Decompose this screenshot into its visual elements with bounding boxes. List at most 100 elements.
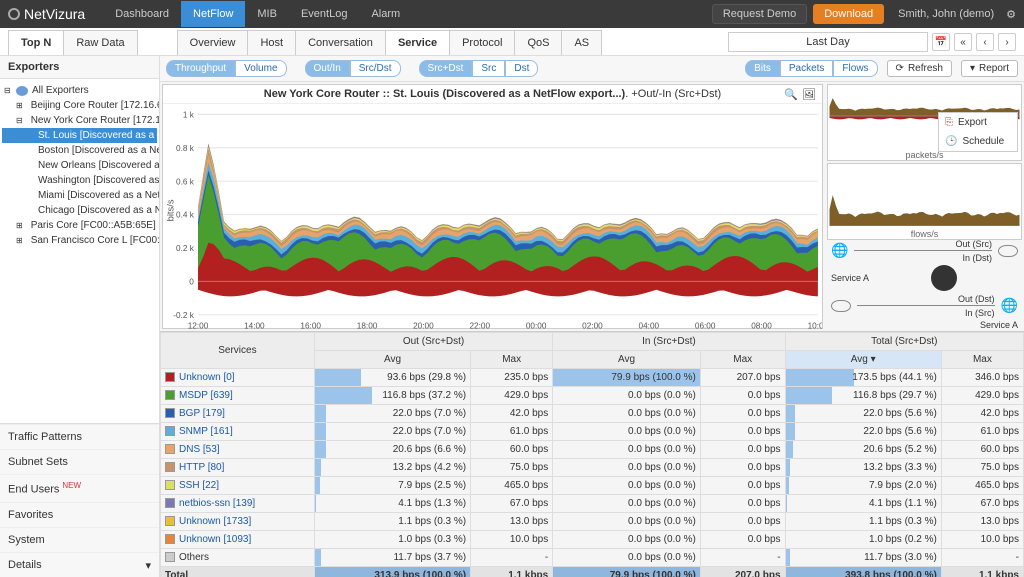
table-row[interactable]: Others11.7 bps (3.7 %)-0.0 bps (0.0 %)-1…: [161, 549, 1024, 567]
tab-top-n[interactable]: Top N: [8, 30, 64, 55]
leftnav-end-users[interactable]: End UsersNEW: [0, 474, 159, 502]
main-chart[interactable]: New York Core Router :: St. Louis (Disco…: [162, 84, 823, 329]
svg-text:0.4 k: 0.4 k: [176, 210, 195, 220]
table-row[interactable]: netbios-ssn [139]4.1 bps (1.3 %)67.0 bps…: [161, 495, 1024, 513]
refresh-button[interactable]: ⟳Refresh: [887, 60, 952, 77]
calendar-icon[interactable]: 📅: [932, 33, 950, 51]
svg-text:0: 0: [189, 276, 194, 286]
tree-item[interactable]: ⊟All Exporters: [2, 83, 157, 98]
svg-text:02:00: 02:00: [582, 320, 603, 330]
svg-text:00:00: 00:00: [526, 320, 547, 330]
report-schedule[interactable]: 🕒Schedule: [939, 132, 1017, 151]
left-panel: Exporters ⊟All Exporters⊞Beijing Core Ro…: [0, 56, 160, 577]
leftnav-system[interactable]: System: [0, 527, 159, 552]
tree-item[interactable]: Boston [Discovered as a NetFlo: [2, 143, 157, 158]
tree-item[interactable]: Chicago [Discovered as a NetFl: [2, 203, 157, 218]
tree-item[interactable]: Washington [Discovered as a N: [2, 173, 157, 188]
viewtab-protocol[interactable]: Protocol: [449, 30, 515, 55]
metric-volume[interactable]: Volume: [235, 60, 286, 77]
leftnav-details[interactable]: Details ▾: [0, 552, 159, 577]
table-row[interactable]: BGP [179]22.0 bps (7.0 %)42.0 bps0.0 bps…: [161, 405, 1024, 423]
topnav-alarm[interactable]: Alarm: [359, 1, 412, 27]
svg-text:0.8 k: 0.8 k: [176, 143, 195, 153]
table-row[interactable]: Total313.9 bps (100.0 %)1.1 kbps79.9 bps…: [161, 567, 1024, 577]
svg-text:1 k: 1 k: [183, 110, 195, 120]
table-row[interactable]: SNMP [161]22.0 bps (7.0 %)61.0 bps0.0 bp…: [161, 423, 1024, 441]
svg-text:0.6 k: 0.6 k: [176, 176, 195, 186]
chevron-down-icon: ▾: [970, 63, 975, 74]
user-label[interactable]: Smith, John (demo): [898, 8, 994, 20]
chart-title: New York Core Router :: St. Louis (Disco…: [163, 85, 822, 104]
download-button[interactable]: Download: [813, 4, 884, 24]
nav-prev-icon[interactable]: ‹: [976, 33, 994, 51]
exporters-tree: ⊟All Exporters⊞Beijing Core Router [172.…: [0, 79, 159, 423]
topnav-dashboard[interactable]: Dashboard: [103, 1, 181, 27]
secondary-bar: Top NRaw Data OverviewHostConversationSe…: [0, 28, 1024, 56]
date-range-select[interactable]: Last Day: [728, 32, 928, 52]
scope-srcdst[interactable]: Src+Dst: [419, 60, 473, 77]
table-row[interactable]: Unknown [0]93.6 bps (29.8 %)235.0 bps79.…: [161, 369, 1024, 387]
svg-text:04:00: 04:00: [639, 320, 660, 330]
table-row[interactable]: HTTP [80]13.2 bps (4.2 %)75.0 bps0.0 bps…: [161, 459, 1024, 477]
nav-first-icon[interactable]: «: [954, 33, 972, 51]
gear-icon[interactable]: ⚙: [1006, 8, 1016, 21]
unit-flows[interactable]: Flows: [833, 60, 877, 77]
tree-item[interactable]: ⊟New York Core Router [172.16.0.1: [2, 113, 157, 128]
request-demo-button[interactable]: Request Demo: [712, 4, 807, 24]
services-table-scroll[interactable]: Services Out (Src+Dst) In (Src+Dst) Tota…: [160, 332, 1024, 577]
table-row[interactable]: DNS [53]20.6 bps (6.6 %)60.0 bps0.0 bps …: [161, 441, 1024, 459]
table-row[interactable]: Unknown [1733]1.1 bps (0.3 %)13.0 bps0.0…: [161, 513, 1024, 531]
nav-next-icon[interactable]: ›: [998, 33, 1016, 51]
left-bottom-nav: Traffic PatternsSubnet SetsEnd UsersNEWF…: [0, 423, 159, 577]
topnav: DashboardNetFlowMIBEventLogAlarm: [103, 1, 412, 27]
svg-text:bits/s: bits/s: [165, 199, 175, 221]
tree-item[interactable]: St. Louis [Discovered as a NetFl: [2, 128, 157, 143]
viewtab-overview[interactable]: Overview: [177, 30, 249, 55]
small-chart-flows[interactable]: flows/s: [827, 163, 1022, 240]
dir-srcdst[interactable]: Src/Dst: [350, 60, 401, 77]
clock-icon: 🕒: [945, 136, 957, 147]
unit-bits[interactable]: Bits: [745, 60, 780, 77]
viewtab-conversation[interactable]: Conversation: [295, 30, 386, 55]
zoom-icon[interactable]: 🔍: [784, 88, 798, 101]
cloud-icon: [831, 300, 851, 312]
report-export[interactable]: ⎘Export: [939, 113, 1017, 132]
tree-item[interactable]: Miami [Discovered as a NetFlow: [2, 188, 157, 203]
svg-text:20:00: 20:00: [413, 320, 434, 330]
exporters-header: Exporters: [0, 56, 159, 79]
tree-item[interactable]: ⊞Beijing Core Router [172.16.6.94]: [2, 98, 157, 113]
cloud-icon: [998, 245, 1018, 257]
viewtab-host[interactable]: Host: [247, 30, 296, 55]
topbar: NetVizura DashboardNetFlowMIBEventLogAla…: [0, 0, 1024, 28]
topnav-eventlog[interactable]: EventLog: [289, 1, 359, 27]
table-row[interactable]: SSH [22]7.9 bps (2.5 %)465.0 bps0.0 bps …: [161, 477, 1024, 495]
scope-src[interactable]: Src: [472, 60, 505, 77]
unit-packets[interactable]: Packets: [780, 60, 834, 77]
topnav-mib[interactable]: MIB: [245, 1, 289, 27]
tab-raw-data[interactable]: Raw Data: [63, 30, 137, 55]
report-button[interactable]: ▾Report: [961, 60, 1018, 77]
svg-text:06:00: 06:00: [695, 320, 716, 330]
table-row[interactable]: Unknown [1093]1.0 bps (0.3 %)10.0 bps0.0…: [161, 531, 1024, 549]
viewtab-qos[interactable]: QoS: [514, 30, 562, 55]
leftnav-subnet-sets[interactable]: Subnet Sets: [0, 449, 159, 474]
brand: NetVizura: [8, 6, 85, 22]
topnav-netflow[interactable]: NetFlow: [181, 1, 245, 27]
viewtab-service[interactable]: Service: [385, 30, 450, 55]
tree-item[interactable]: ⊞San Francisco Core L [FC00::A5B:7: [2, 233, 157, 248]
metric-throughput[interactable]: Throughput: [166, 60, 235, 77]
viewtab-as[interactable]: AS: [561, 30, 602, 55]
router-icon: [931, 265, 957, 291]
dir-outin[interactable]: Out/In: [305, 60, 350, 77]
tree-item[interactable]: New Orleans [Discovered as a N: [2, 158, 157, 173]
leftnav-favorites[interactable]: Favorites: [0, 502, 159, 527]
main-panel: ThroughputVolume Out/InSrc/Dst Src+DstSr…: [160, 56, 1024, 577]
svg-text:18:00: 18:00: [357, 320, 378, 330]
svg-text:10:00: 10:00: [808, 320, 822, 330]
svg-text:22:00: 22:00: [469, 320, 490, 330]
tree-item[interactable]: ⊞Paris Core [FC00::A5B:65E]: [2, 218, 157, 233]
chart-save-icon[interactable]: 🖼: [802, 88, 816, 101]
leftnav-traffic-patterns[interactable]: Traffic Patterns: [0, 424, 159, 449]
scope-dst[interactable]: Dst: [505, 60, 538, 77]
table-row[interactable]: MSDP [639]116.8 bps (37.2 %)429.0 bps0.0…: [161, 387, 1024, 405]
